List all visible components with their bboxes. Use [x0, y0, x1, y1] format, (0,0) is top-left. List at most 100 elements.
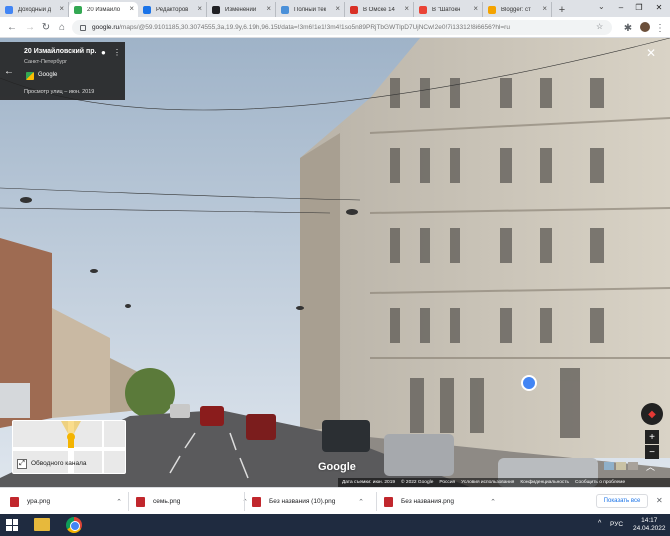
tab-label: Полный тек [294, 6, 327, 13]
browser-tab[interactable]: Редакторов × [138, 2, 207, 17]
forward-arrow-icon[interactable]: → [24, 21, 36, 33]
browser-tab[interactable]: Доходный д × [0, 2, 69, 17]
tab-label: Редакторов [156, 6, 189, 13]
close-window-icon[interactable]: ✕ [652, 1, 666, 14]
new-tab-button[interactable]: + [552, 2, 572, 17]
browser-tab[interactable]: Blogger: ст × [483, 2, 552, 17]
download-item[interactable]: семь.png ⌃ [136, 493, 256, 510]
reload-icon[interactable]: ↻ [40, 21, 52, 33]
bookmark-star-icon[interactable]: ☆ [596, 22, 603, 31]
pin-icon[interactable]: ● [101, 48, 106, 57]
tab-close-icon[interactable]: × [473, 4, 478, 13]
expand-map-icon[interactable]: ⤢ [17, 459, 27, 469]
thumbnail[interactable] [628, 462, 638, 470]
tab-favicon-icon [212, 6, 220, 14]
browser-tab[interactable]: Полный тек × [276, 2, 345, 17]
tab-close-icon[interactable]: × [542, 4, 547, 13]
tab-close-icon[interactable]: × [129, 4, 134, 13]
tab-close-icon[interactable]: × [59, 4, 64, 13]
tab-favicon-icon [419, 6, 427, 14]
tab-search-chevron-icon[interactable]: ⌄ [598, 2, 605, 11]
browser-tab[interactable]: Изменений × [207, 2, 276, 17]
footer-link: Россия [439, 480, 456, 485]
tab-label: Изменений [225, 6, 257, 13]
windows-taskbar: ^ РУС 14:17 24.04.2022 [0, 514, 670, 536]
input-language[interactable]: РУС [610, 521, 623, 528]
tab-favicon-icon [74, 6, 82, 14]
chevron-up-icon[interactable]: ︿ [646, 460, 655, 473]
mini-map[interactable]: ⤢ Обводного канала [12, 420, 126, 474]
download-filename: Без названия.png [401, 498, 455, 505]
back-arrow-icon[interactable]: ← [6, 21, 18, 33]
download-separator [128, 492, 129, 511]
clock-date: 24.04.2022 [633, 525, 666, 532]
zoom-in-button[interactable]: + [645, 430, 659, 444]
street-view-panorama[interactable]: ← 20 Измайловский пр. Санкт-Петербург ● … [0, 38, 670, 487]
map-footer: Дата съемки: июн. 2019 © 2022 Google Росси… [338, 478, 670, 487]
show-all-downloads-button[interactable]: Показать все [596, 494, 648, 508]
chevron-up-icon[interactable]: ⌃ [242, 498, 248, 506]
tab-close-icon[interactable]: × [266, 4, 271, 13]
compass-icon[interactable]: ◆ [641, 403, 663, 425]
google-logo: Google [318, 461, 356, 473]
address-path: /maps/@59.9101185,30.3074555,3a,19.9y,6.… [119, 24, 510, 31]
footer-link[interactable]: Условия использования [461, 480, 514, 485]
thumbnail[interactable] [604, 462, 614, 470]
tab-favicon-icon [143, 6, 151, 14]
home-icon[interactable]: ⌂ [56, 21, 68, 33]
tab-label: В Омске 14 [363, 6, 395, 13]
address-bar[interactable]: google.ru/maps/@59.9101185,30.3074555,3a… [72, 20, 612, 35]
restore-icon[interactable]: ❐ [632, 1, 646, 14]
image-file-icon [136, 496, 145, 507]
file-explorer-icon[interactable] [34, 518, 50, 531]
browser-toolbar: ← → ↻ ⌂ google.ru/maps/@59.9101185,30.30… [0, 17, 670, 38]
zoom-out-button[interactable]: − [645, 445, 659, 459]
info-marker-icon[interactable] [521, 375, 537, 391]
browser-tab[interactable]: В Омске 14 × [345, 2, 414, 17]
download-item[interactable]: Без названия.png ⌃ [384, 493, 504, 510]
image-file-icon [10, 496, 19, 507]
chevron-up-icon[interactable]: ⌃ [490, 498, 496, 506]
image-file-icon [252, 496, 261, 507]
download-item[interactable]: ура.png ⌃ [10, 493, 130, 510]
download-separator [244, 492, 245, 511]
tab-favicon-icon [350, 6, 358, 14]
close-icon[interactable]: ✕ [646, 46, 656, 60]
menu-kebab-icon[interactable]: ⋮ [654, 22, 666, 34]
tray-chevron-icon[interactable]: ^ [598, 520, 601, 527]
chrome-icon[interactable] [66, 517, 82, 533]
close-shelf-icon[interactable]: ✕ [656, 496, 663, 505]
footer-link[interactable]: Конфиденциальность [520, 480, 569, 485]
thumbnail[interactable] [616, 462, 626, 470]
back-arrow-icon[interactable]: ← [4, 66, 14, 77]
tab-close-icon[interactable]: × [335, 4, 340, 13]
location-city: Санкт-Петербург [24, 59, 68, 65]
footer-link[interactable]: Сообщить о проблеме [575, 480, 625, 485]
tab-close-icon[interactable]: × [197, 4, 202, 13]
minimize-icon[interactable]: – [614, 1, 628, 14]
photo-thumbnails[interactable] [604, 462, 638, 472]
browser-tab[interactable]: В "Шатокн × [414, 2, 483, 17]
image-file-icon [384, 496, 393, 507]
tab-favicon-icon [488, 6, 496, 14]
chevron-up-icon[interactable]: ⌃ [116, 498, 122, 506]
download-filename: ура.png [27, 498, 51, 505]
windows-start-icon[interactable] [6, 519, 18, 531]
clock-time: 14:17 [641, 517, 658, 524]
tab-close-icon[interactable]: × [404, 4, 409, 13]
capture-date-selector[interactable]: Просмотр улиц – июн. 2019 [24, 89, 94, 95]
tab-label: Доходный д [18, 6, 52, 13]
tab-list: Доходный д × 20 Измайло × Редакторов × Изменен… [0, 2, 552, 17]
chevron-up-icon[interactable]: ⌃ [358, 498, 364, 506]
clock[interactable]: 14:17 24.04.2022 [633, 517, 666, 533]
location-title: 20 Измайловский пр. [24, 48, 97, 55]
location-info-card: ← 20 Измайловский пр. Санкт-Петербург ● … [0, 42, 125, 100]
more-options-icon[interactable]: ⋮ [113, 48, 121, 57]
lock-icon [80, 24, 86, 31]
tab-strip: Доходный д × 20 Измайло × Редакторов × Изменен… [0, 0, 670, 17]
browser-tab[interactable]: 20 Измайло × [69, 2, 138, 17]
image-provider[interactable]: Google [38, 72, 57, 78]
extensions-icon[interactable]: ✱ [622, 22, 634, 34]
download-item[interactable]: Без названия (10).png ⌃ [252, 493, 372, 510]
profile-avatar[interactable] [640, 22, 650, 32]
